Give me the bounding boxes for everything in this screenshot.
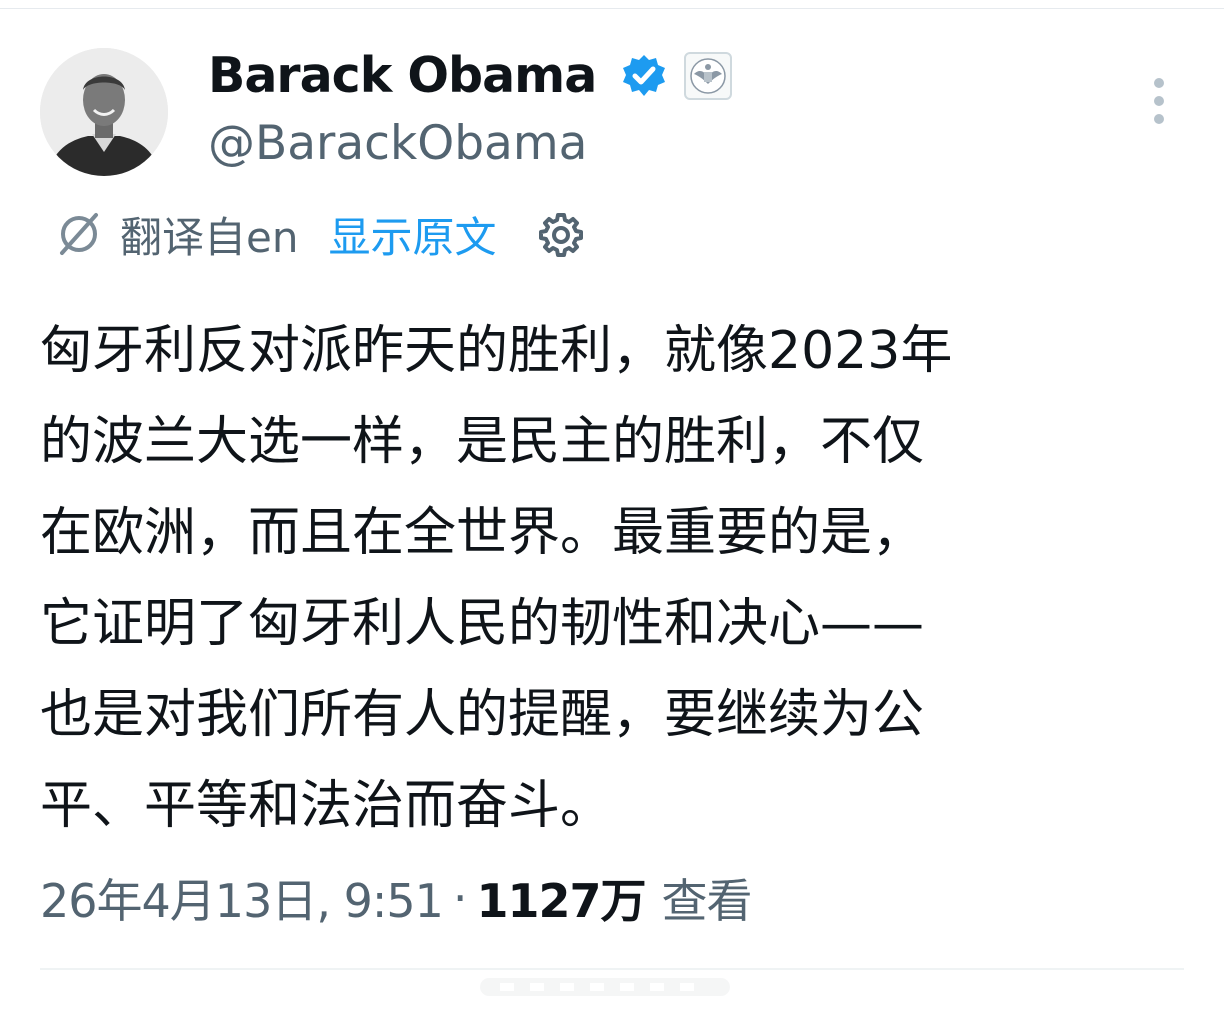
- watermark-icon: [480, 978, 730, 996]
- user-handle[interactable]: @BarackObama: [208, 114, 587, 174]
- display-name[interactable]: Barack Obama: [208, 46, 597, 106]
- view-label: 查看: [661, 874, 753, 928]
- view-count: 1127万: [476, 874, 647, 928]
- profile-photo: [40, 48, 168, 176]
- translated-from-label: 翻译自en: [120, 212, 299, 262]
- gear-icon[interactable]: [536, 209, 586, 259]
- translation-bar: 翻译自en 显示原文: [54, 204, 586, 264]
- timestamp[interactable]: 26年4月13日, 9:51: [40, 865, 444, 931]
- tweet-meta: 26年4月13日, 9:51 · 1127万 查看: [40, 865, 753, 931]
- bottom-divider: [40, 968, 1184, 970]
- meta-separator: ·: [452, 871, 468, 925]
- avatar[interactable]: [40, 48, 168, 176]
- translate-icon: [60, 213, 98, 255]
- verified-badge-icon[interactable]: [620, 52, 668, 100]
- government-seal-icon[interactable]: [684, 52, 732, 100]
- more-options-icon[interactable]: [1142, 76, 1176, 126]
- top-divider: [0, 8, 1224, 9]
- tweet-text: 匈牙利反对派昨天的胜利，就像2023年 的波兰大选一样，是民主的胜利，不仅 在欧…: [40, 321, 953, 836]
- show-original-link[interactable]: 显示原文: [328, 204, 496, 265]
